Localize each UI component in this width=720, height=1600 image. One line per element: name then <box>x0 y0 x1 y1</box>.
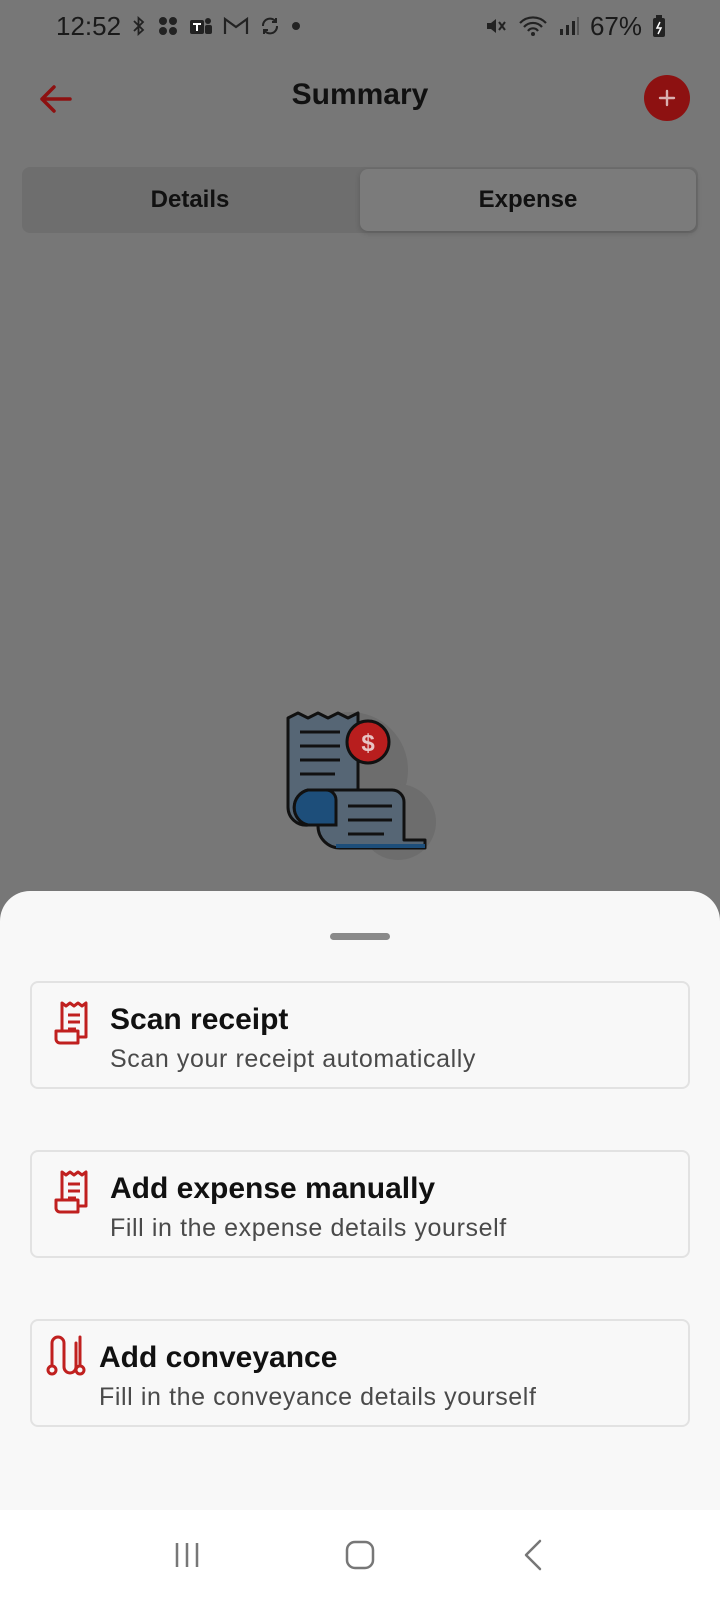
option-subtitle: Fill in the expense details yourself <box>110 1214 507 1242</box>
recent-apps-icon <box>175 1543 198 1567</box>
app-header: Summary <box>0 62 720 136</box>
option-title: Scan receipt <box>110 1003 289 1036</box>
notification-dot-icon <box>291 21 301 31</box>
add-expense-manually-option[interactable]: Add expense manually Fill in the expense… <box>30 1150 690 1258</box>
receipt-icon <box>52 1170 92 1214</box>
route-icon <box>46 1333 86 1377</box>
status-bar: 12:52 67% <box>0 0 720 52</box>
page-title: Summary <box>291 78 429 111</box>
expense-empty-illustration: $ <box>280 710 450 880</box>
add-conveyance-option[interactable]: Add conveyance Fill in the conveyance de… <box>30 1319 690 1427</box>
add-button[interactable] <box>644 75 690 121</box>
bluetooth-icon <box>131 15 147 37</box>
receipt-icon <box>52 1001 92 1045</box>
system-back-button[interactable] <box>503 1525 563 1585</box>
sync-icon <box>259 15 281 37</box>
gmail-icon <box>223 16 249 36</box>
option-title: Add expense manually <box>110 1172 436 1205</box>
plus-icon <box>658 89 676 107</box>
wifi-icon <box>518 15 548 37</box>
battery-percent: 67% <box>589 10 642 41</box>
option-subtitle: Fill in the conveyance details yourself <box>99 1383 537 1411</box>
home-button[interactable] <box>330 1525 390 1585</box>
tab-expense[interactable]: Expense <box>360 169 696 231</box>
system-nav-bar <box>0 1510 720 1600</box>
home-icon <box>345 1540 375 1570</box>
chevron-left-icon <box>525 1539 542 1571</box>
tab-details[interactable]: Details <box>22 167 358 233</box>
option-title: Add conveyance <box>99 1341 338 1374</box>
teams-icon <box>189 15 213 37</box>
battery-icon <box>652 14 666 38</box>
signal-icon <box>558 15 580 37</box>
mute-icon <box>484 15 508 37</box>
svg-text:$: $ <box>361 730 375 757</box>
status-time: 12:52 <box>56 10 122 41</box>
status-left: 12:52 <box>56 11 301 42</box>
option-subtitle: Scan your receipt automatically <box>110 1045 476 1073</box>
bottom-sheet: Scan receipt Scan your receipt automatic… <box>0 891 720 1511</box>
sheet-drag-handle[interactable] <box>330 933 390 940</box>
recent-apps-button[interactable] <box>157 1525 217 1585</box>
app-grid-icon <box>157 15 179 37</box>
tab-switcher: Details Expense <box>22 167 698 233</box>
scan-receipt-option[interactable]: Scan receipt Scan your receipt automatic… <box>30 981 690 1089</box>
status-right: 67% <box>484 11 666 42</box>
